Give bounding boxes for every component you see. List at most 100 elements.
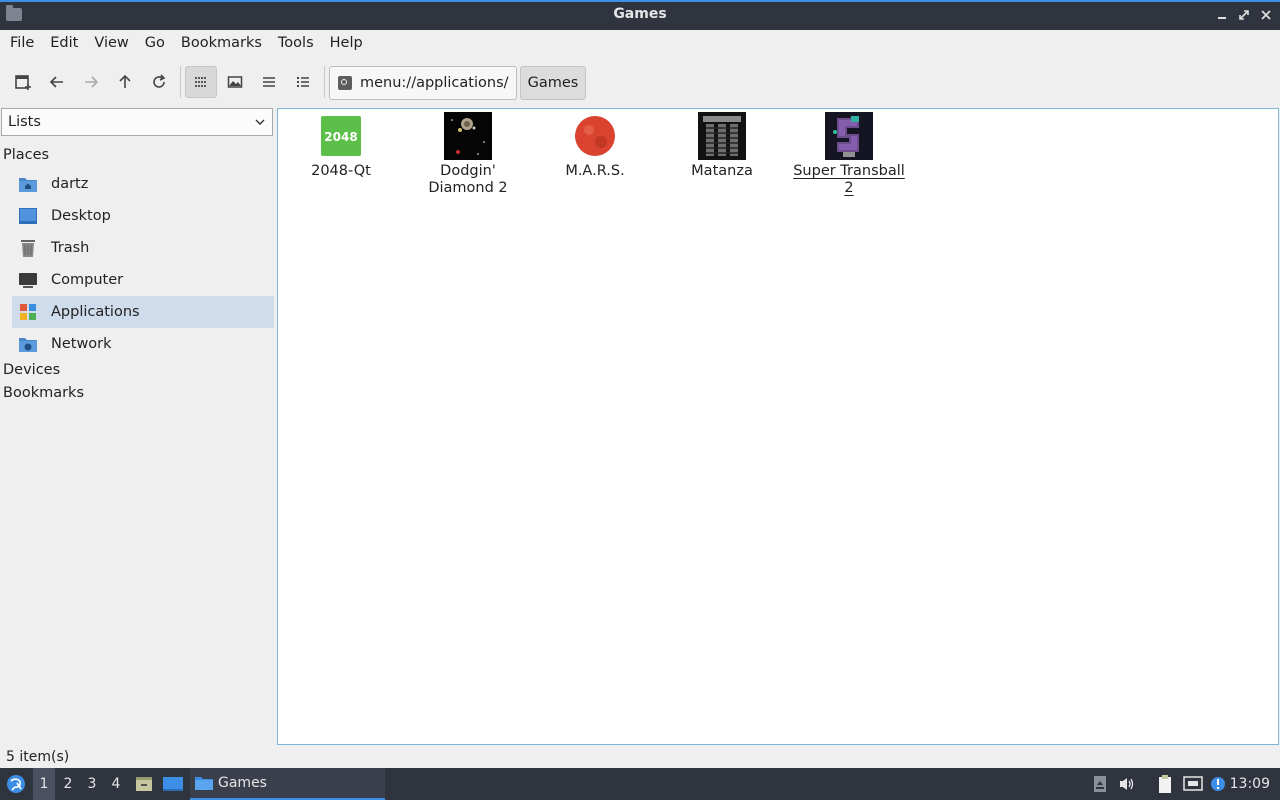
tray-updates[interactable] — [1090, 768, 1110, 800]
back-button[interactable] — [41, 66, 73, 98]
file-item-matanza[interactable]: Matanza — [662, 112, 782, 180]
icon-view-button[interactable] — [185, 66, 217, 98]
package-icon — [1094, 776, 1106, 792]
title-bar: Games — [0, 0, 1280, 30]
folder-icon — [195, 777, 213, 790]
section-devices[interactable]: Devices — [3, 362, 60, 378]
sidebar-item-desktop[interactable]: Desktop — [12, 200, 274, 232]
sidebar-item-label: Trash — [51, 240, 90, 256]
volume-icon — [1120, 778, 1134, 790]
home-folder-icon — [19, 178, 37, 192]
status-text: 5 item(s) — [6, 749, 70, 765]
location-text: menu://applications/ — [360, 75, 509, 91]
chevron-down-icon — [255, 119, 265, 125]
info-icon — [1211, 777, 1225, 791]
compact-view-button[interactable] — [253, 66, 285, 98]
breadcrumb-games[interactable]: Games — [520, 66, 586, 100]
menu-view[interactable]: View — [86, 35, 136, 51]
menu-file[interactable]: File — [2, 35, 42, 51]
sidebar-item-label: Applications — [51, 304, 140, 320]
close-button[interactable] — [1258, 5, 1274, 25]
applications-icon — [20, 304, 36, 320]
reload-button[interactable] — [143, 66, 175, 98]
detailed-view-button[interactable] — [287, 66, 319, 98]
sidebar-item-computer[interactable]: Computer — [12, 264, 274, 296]
lxqt-logo-icon — [7, 775, 25, 793]
sidebar-mode-value: Lists — [8, 114, 41, 130]
network-icon — [19, 338, 37, 352]
sidebar-item-label: Computer — [51, 272, 124, 288]
menu-bookmarks[interactable]: Bookmarks — [173, 35, 270, 51]
tray-clipboard[interactable] — [1154, 768, 1176, 800]
toolbar-separator — [180, 66, 181, 98]
window-title: Games — [613, 6, 667, 22]
menu-edit[interactable]: Edit — [42, 35, 86, 51]
mars-planet-icon — [571, 112, 619, 160]
minimize-button[interactable] — [1214, 5, 1230, 25]
start-menu-button[interactable] — [4, 768, 28, 800]
maximize-button[interactable] — [1236, 5, 1252, 25]
tray-volume[interactable] — [1116, 768, 1138, 800]
toolbar: menu://applications/ Games — [0, 62, 1280, 102]
sidebar-item-label: Desktop — [51, 208, 111, 224]
file-view[interactable]: 2048 2048-Qt Dodgin' Diamond 2 M.A.R.S. — [277, 108, 1279, 745]
desktop-3-button[interactable]: 3 — [81, 768, 103, 800]
file-cabinet-icon — [136, 777, 152, 791]
menu-tools[interactable]: Tools — [270, 35, 322, 51]
maximize-icon — [1239, 10, 1249, 20]
show-desktop-button[interactable] — [160, 768, 186, 800]
new-tab-button[interactable] — [7, 66, 39, 98]
sidebar-item-trash[interactable]: Trash — [12, 232, 274, 264]
section-places[interactable]: Places — [3, 147, 49, 163]
location-icon — [338, 76, 352, 90]
menu-bar: File Edit View Go Bookmarks Tools Help — [0, 30, 1280, 56]
arrow-up-icon — [119, 74, 131, 88]
sidebar-item-network[interactable]: Network — [12, 328, 274, 360]
clock[interactable]: 13:09 — [1230, 768, 1270, 800]
file-item-mars[interactable]: M.A.R.S. — [535, 112, 655, 180]
detailed-list-icon — [297, 77, 309, 87]
clipboard-icon — [1159, 775, 1171, 793]
dodgin-diamond-icon — [444, 112, 492, 160]
menu-go[interactable]: Go — [137, 35, 173, 51]
task-label: Games — [218, 775, 267, 791]
super-transball-icon — [825, 112, 873, 160]
file-label: Matanza — [691, 163, 753, 179]
desktop-4-button[interactable]: 4 — [105, 768, 127, 800]
menu-help[interactable]: Help — [322, 35, 371, 51]
sidebar-item-applications[interactable]: Applications — [12, 296, 274, 328]
taskbar-window-games[interactable]: Games — [190, 768, 385, 800]
file-item-dodgin-diamond-2[interactable]: Dodgin' Diamond 2 — [408, 112, 528, 197]
up-button[interactable] — [109, 66, 141, 98]
computer-icon — [19, 273, 37, 288]
section-bookmarks[interactable]: Bookmarks — [3, 385, 84, 401]
trash-icon — [21, 240, 35, 257]
network-wired-icon — [1183, 776, 1203, 791]
file-label: M.A.R.S. — [565, 163, 625, 179]
tray-network[interactable] — [1181, 768, 1205, 800]
desktop-1-button[interactable]: 1 — [33, 768, 55, 800]
arrow-right-icon — [85, 76, 99, 88]
file-label: 2048-Qt — [311, 163, 371, 179]
file-label: Super Transball 2 — [793, 163, 905, 196]
arrow-left-icon — [49, 76, 63, 88]
new-tab-icon — [15, 75, 31, 90]
desktop-2-button[interactable]: 2 — [57, 768, 79, 800]
sidebar-item-label: dartz — [51, 176, 89, 192]
sidebar-item-label: Network — [51, 336, 112, 352]
reload-icon — [153, 74, 166, 88]
icon-grid-icon — [195, 77, 206, 87]
sidebar-mode-select[interactable]: Lists — [1, 108, 273, 136]
matanza-icon — [698, 112, 746, 160]
file-item-super-transball-2[interactable]: Super Transball 2 — [789, 112, 909, 197]
sidebar-item-dartz[interactable]: dartz — [12, 168, 274, 200]
location-bar[interactable]: menu://applications/ — [329, 66, 517, 100]
file-item-2048-qt[interactable]: 2048 2048-Qt — [281, 112, 401, 180]
tray-notifications[interactable] — [1208, 768, 1228, 800]
thumbnail-view-button[interactable] — [219, 66, 251, 98]
file-manager-launcher[interactable] — [132, 768, 156, 800]
image-icon — [227, 76, 243, 88]
game-2048-icon-text: 2048 — [324, 130, 357, 144]
forward-button[interactable] — [75, 66, 107, 98]
toolbar-separator — [324, 66, 325, 98]
